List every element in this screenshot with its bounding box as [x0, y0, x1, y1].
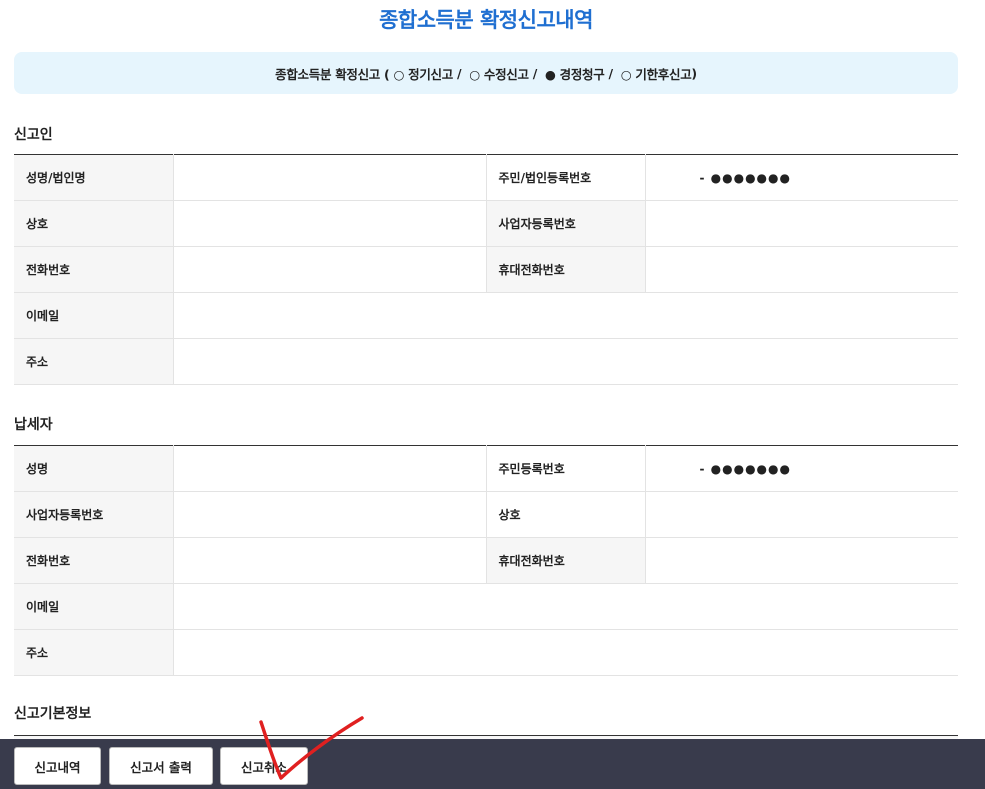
reporter-table: 성명/법인명 주민/법인등록번호 - ●●●●●●● 상호 사업자등록번호 전화… — [14, 154, 958, 385]
filing-type-prefix: 종합소득분 확정신고 ( — [275, 66, 390, 82]
page-title: 종합소득분 확정신고내역 — [379, 8, 593, 32]
taxpayer-name-label: 성명 — [14, 445, 174, 492]
reporter-phone-label: 전화번호 — [14, 246, 174, 293]
radio-correction-symbol: ● — [544, 66, 556, 82]
table-row: 이메일 — [14, 292, 958, 339]
taxpayer-trade-name-label: 상호 — [485, 491, 646, 538]
radio-amended-label: 수정신고 — [483, 66, 529, 82]
reporter-trade-name-value — [173, 200, 486, 247]
table-row: 전화번호 휴대전화번호 — [14, 246, 958, 293]
reporter-mobile-label: 휴대전화번호 — [485, 246, 646, 293]
table-row: 상호 사업자등록번호 — [14, 200, 958, 247]
separator: / — [532, 65, 538, 81]
taxpayer-address-value — [173, 629, 958, 676]
radio-late-symbol: ○ — [620, 66, 632, 82]
taxpayer-id-value: - ●●●●●●● — [645, 445, 958, 492]
reporter-name-value — [173, 154, 486, 201]
reporter-address-value — [173, 338, 958, 385]
radio-regular-symbol: ○ — [393, 66, 405, 82]
radio-late[interactable]: ○ 기한후신고 — [621, 64, 692, 83]
radio-late-label: 기한후신고 — [635, 66, 692, 82]
table-row: 주소 — [14, 629, 958, 676]
filing-type-box: 종합소득분 확정신고 ( ○ 정기신고 / ○ 수정신고 / ● 경정청구 / … — [14, 52, 958, 94]
taxpayer-address-label: 주소 — [14, 629, 174, 676]
reporter-id-label: 주민/법인등록번호 — [485, 154, 646, 201]
taxpayer-section-title: 납세자 — [14, 417, 53, 433]
reporter-section-title: 신고인 — [14, 127, 53, 143]
taxpayer-table: 성명 주민등록번호 - ●●●●●●● 사업자등록번호 상호 전화번호 휴대전화… — [14, 445, 958, 676]
reporter-address-label: 주소 — [14, 338, 174, 385]
taxpayer-trade-name-value — [645, 491, 958, 538]
taxpayer-phone-value — [173, 537, 486, 584]
taxpayer-biz-no-label: 사업자등록번호 — [14, 491, 174, 538]
table-row: 주소 — [14, 338, 958, 385]
reporter-name-label: 성명/법인명 — [14, 154, 174, 201]
filing-type-suffix: ) — [691, 65, 697, 81]
reporter-biz-no-label: 사업자등록번호 — [485, 200, 646, 247]
reporter-trade-name-label: 상호 — [14, 200, 174, 247]
print-return-button[interactable]: 신고서 출력 — [109, 747, 213, 785]
separator: / — [456, 65, 462, 81]
taxpayer-biz-no-value — [173, 491, 486, 538]
reporter-phone-value — [173, 246, 486, 293]
reporter-id-value: - ●●●●●●● — [645, 154, 958, 201]
filing-history-button[interactable]: 신고내역 — [14, 747, 101, 785]
taxpayer-phone-label: 전화번호 — [14, 537, 174, 584]
bottom-action-bar: 신고내역 신고서 출력 신고취소 — [0, 739, 985, 789]
table-row: 성명/법인명 주민/법인등록번호 - ●●●●●●● — [14, 154, 958, 201]
table-row: 성명 주민등록번호 - ●●●●●●● — [14, 445, 958, 492]
table-row: 이메일 — [14, 583, 958, 630]
taxpayer-id-label: 주민등록번호 — [485, 445, 646, 492]
cancel-filing-button[interactable]: 신고취소 — [220, 747, 308, 785]
radio-regular-label: 정기신고 — [408, 66, 453, 82]
radio-correction[interactable]: ● 경정청구 — [544, 64, 605, 83]
separator: / — [608, 65, 613, 81]
radio-regular[interactable]: ○ 정기신고 — [393, 64, 453, 83]
taxpayer-name-value — [173, 445, 486, 492]
radio-correction-label: 경정청구 — [559, 66, 605, 82]
taxpayer-email-label: 이메일 — [14, 583, 174, 630]
taxpayer-mobile-label: 휴대전화번호 — [485, 537, 646, 584]
table-row: 사업자등록번호 상호 — [14, 491, 958, 538]
reporter-email-value — [173, 292, 958, 339]
reporter-biz-no-value — [645, 200, 958, 247]
table-row: 전화번호 휴대전화번호 — [14, 537, 958, 584]
basic-info-section-title: 신고기본정보 — [14, 706, 92, 722]
reporter-mobile-value — [645, 246, 958, 293]
taxpayer-mobile-value — [645, 537, 958, 584]
taxpayer-email-value — [173, 583, 958, 630]
reporter-email-label: 이메일 — [14, 292, 174, 339]
radio-amended[interactable]: ○ 수정신고 — [469, 64, 529, 83]
radio-amended-symbol: ○ — [469, 66, 480, 82]
